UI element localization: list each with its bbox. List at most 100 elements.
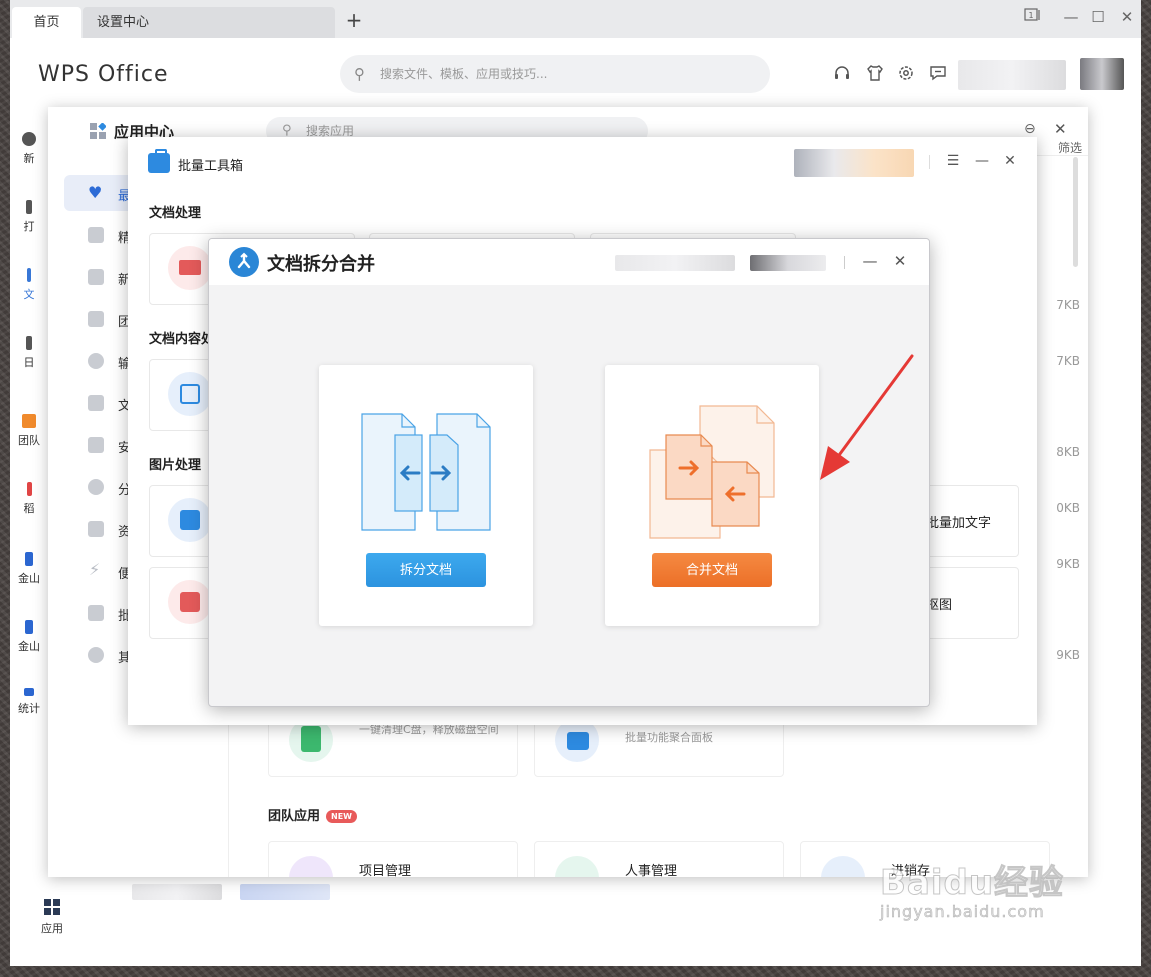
apps-label: 应用 [41, 922, 63, 935]
message-icon[interactable] [928, 64, 948, 86]
left-rail: 新 打 文 日 团队 稻 金山 金山 统计 应用 [10, 108, 63, 966]
rail-label: 稻 [23, 502, 35, 515]
rail-item-apps[interactable]: 应用 [32, 898, 72, 936]
global-search-input[interactable]: ⚲ 搜索文件、模板、应用或技巧... [340, 55, 770, 93]
window-close-button[interactable]: ✕ [1117, 8, 1137, 26]
avatar[interactable] [1080, 58, 1124, 90]
toolbox-close-button[interactable]: ✕ [1000, 153, 1020, 169]
search-icon: ⚲ [354, 65, 365, 83]
shield-icon [88, 437, 104, 453]
team-icon [22, 414, 36, 428]
apps-grid-icon [44, 899, 60, 915]
rail-item-open[interactable]: 打 [10, 200, 48, 234]
new-badge: NEW [326, 810, 357, 823]
app-center-scrollbar[interactable] [1073, 157, 1078, 267]
tab-home[interactable]: 首页 [12, 7, 81, 38]
blurred-footer-link [240, 884, 330, 900]
dialog-close-button[interactable]: ✕ [890, 252, 910, 270]
toolbox-briefcase-icon [148, 149, 170, 173]
team-apps-section-title: 团队应用 NEW [268, 805, 357, 824]
watermark-url: jingyan.baidu.com [880, 902, 1045, 922]
file-size-text: 0KB [1056, 501, 1080, 515]
lightning-icon: ⚡ [89, 560, 101, 579]
checklist-icon [88, 605, 104, 621]
file-size-text: 7KB [1056, 298, 1080, 312]
filter-label[interactable]: 筛选 [1058, 139, 1082, 156]
rail-item-document[interactable]: 文 [10, 268, 48, 302]
team-apps-title: 团队应用 [268, 809, 321, 824]
rail-label: 统计 [18, 702, 40, 715]
rail-item-kingsoft-2[interactable]: 金山 [10, 620, 48, 654]
printer-icon [168, 246, 212, 290]
app-card-project-management[interactable]: 项目管理 [268, 841, 518, 877]
app-card-hr-management[interactable]: 人事管理 [534, 841, 784, 877]
feedback-icon[interactable]: ⊖ [1024, 121, 1036, 137]
rail-item-calendar[interactable]: 日 [10, 336, 48, 370]
app-center-logo-icon [90, 123, 106, 139]
window-maximize-button[interactable]: ☐ [1088, 8, 1108, 26]
image-picture-icon [168, 580, 212, 624]
text-replace-icon [168, 372, 212, 416]
toolbox-header: 批量工具箱 ☰ — ✕ [128, 137, 1037, 189]
tab-bar: 首页 设置中心 + 1 — ☐ ✕ [10, 0, 1141, 38]
split-document-card[interactable]: 拆分文档 [319, 365, 533, 626]
split-merge-logo-icon [229, 247, 259, 277]
calendar-icon [26, 336, 32, 350]
toolbox-header-separator [929, 155, 930, 169]
file-size-text: 8KB [1056, 445, 1080, 459]
app-search-placeholder: 搜索应用 [306, 124, 355, 138]
section-document-processing: 文档处理 [149, 206, 202, 221]
dialog-minimize-button[interactable]: — [860, 252, 880, 270]
global-search-placeholder: 搜索文件、模板、应用或技巧... [380, 67, 548, 81]
heart-icon: ♥ [88, 183, 103, 202]
rail-item-stats[interactable]: 统计 [10, 688, 48, 716]
section-document-content: 文档内容处 [149, 332, 215, 347]
blurred-footer-text [132, 884, 222, 900]
split-document-illustration-icon [361, 413, 491, 531]
file-size-text: 9KB [1056, 648, 1080, 662]
rail-item-new[interactable]: 新 [10, 132, 48, 166]
headset-icon[interactable] [832, 64, 852, 86]
window-minimize-button[interactable]: — [1061, 8, 1081, 26]
baidu-jingyan-watermark: Baidu经验 jingyan.baidu.com [879, 855, 1064, 922]
stats-icon [24, 688, 34, 696]
section-image-processing: 图片处理 [149, 458, 202, 473]
annotation-arrow-icon [820, 354, 914, 480]
window-count-icon[interactable]: 1 [1023, 8, 1043, 26]
inventory-icon [821, 856, 865, 877]
diamond-icon [88, 227, 104, 243]
new-icon [22, 132, 36, 146]
app-center-close-button[interactable]: ✕ [1054, 120, 1067, 138]
merge-document-card[interactable]: 合并文档 [605, 365, 819, 626]
split-document-button[interactable]: 拆分文档 [366, 553, 486, 587]
app-card-desc: 批量功能聚合面板 [625, 731, 713, 744]
rail-label: 新 [23, 152, 35, 165]
dialog-header: 文档拆分合并 — ✕ [209, 239, 929, 285]
new-tab-button[interactable]: + [344, 8, 364, 32]
rail-label: 文 [23, 288, 35, 301]
toolbox-minimize-button[interactable]: — [972, 153, 992, 169]
dialog-title: 文档拆分合并 [267, 254, 375, 275]
blurred-user-badge [794, 149, 914, 177]
rail-label: 团队 [18, 434, 40, 447]
svg-text:1: 1 [1029, 11, 1034, 20]
rail-label: 打 [23, 220, 35, 233]
app-card-title: 人事管理 [625, 864, 678, 877]
file-size-text: 9KB [1056, 557, 1080, 571]
app-card-title: 项目管理 [359, 864, 412, 877]
toolbox-menu-button[interactable]: ☰ [943, 153, 963, 169]
skin-shirt-icon[interactable] [865, 64, 885, 86]
docer-icon [26, 482, 32, 496]
tab-settings-center[interactable]: 设置中心 [83, 7, 335, 38]
hr-management-icon [555, 856, 599, 877]
settings-gear-icon[interactable] [896, 64, 916, 86]
rail-item-docer[interactable]: 稻 [10, 482, 48, 516]
blurred-user-name [615, 255, 735, 271]
top-bar: WPS Office ⚲ 搜索文件、模板、应用或技巧... [10, 38, 1141, 108]
rail-item-team[interactable]: 团队 [10, 414, 48, 448]
toolbox-title: 批量工具箱 [178, 159, 244, 174]
document-icon [88, 395, 104, 411]
image-flask-icon [168, 498, 212, 542]
rail-item-kingsoft-1[interactable]: 金山 [10, 552, 48, 586]
merge-document-button[interactable]: 合并文档 [652, 553, 772, 587]
